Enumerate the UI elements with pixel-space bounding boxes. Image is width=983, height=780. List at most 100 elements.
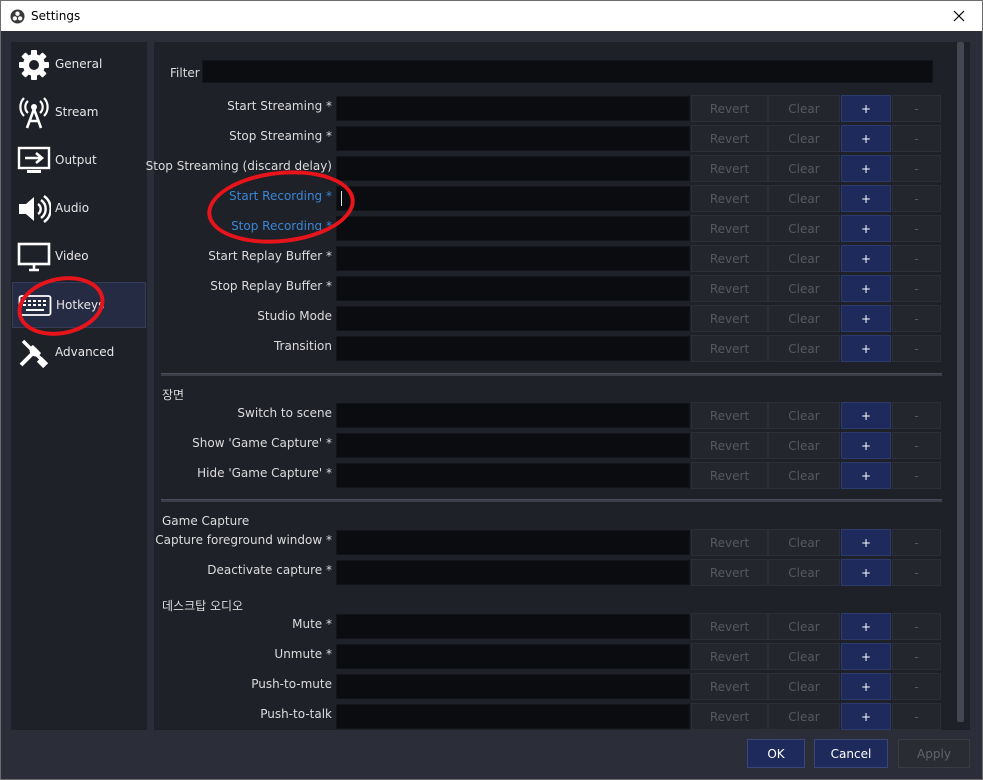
remove-hotkey-button[interactable]: - [892,703,941,730]
remove-hotkey-button[interactable]: - [892,245,941,272]
clear-button[interactable]: Clear [768,432,840,459]
clear-button[interactable]: Clear [768,125,840,152]
hotkey-input[interactable] [336,96,690,121]
add-hotkey-button[interactable]: + [841,245,891,272]
hotkey-input[interactable] [336,644,690,669]
add-hotkey-button[interactable]: + [841,155,891,182]
clear-button[interactable]: Clear [768,529,840,556]
add-hotkey-button[interactable]: + [841,673,891,700]
revert-button[interactable]: Revert [691,703,768,730]
add-hotkey-button[interactable]: + [841,275,891,302]
vertical-scrollbar[interactable] [957,42,964,722]
hotkey-input[interactable] [336,704,690,729]
clear-button[interactable]: Clear [768,215,840,242]
hotkey-input[interactable] [336,336,690,361]
revert-button[interactable]: Revert [691,643,768,670]
revert-button[interactable]: Revert [691,673,768,700]
revert-button[interactable]: Revert [691,95,768,122]
add-hotkey-button[interactable]: + [841,402,891,429]
sidebar-item-output[interactable]: Output [12,138,146,184]
revert-button[interactable]: Revert [691,335,768,362]
hotkey-input[interactable] [336,126,690,151]
add-hotkey-button[interactable]: + [841,125,891,152]
remove-hotkey-button[interactable]: - [892,95,941,122]
clear-button[interactable]: Clear [768,402,840,429]
add-hotkey-button[interactable]: + [841,643,891,670]
cancel-button[interactable]: Cancel [814,739,888,768]
hotkey-input[interactable] [336,276,690,301]
ok-button[interactable]: OK [747,739,805,768]
remove-hotkey-button[interactable]: - [892,529,941,556]
add-hotkey-button[interactable]: + [841,335,891,362]
revert-button[interactable]: Revert [691,185,768,212]
remove-hotkey-button[interactable]: - [892,462,941,489]
sidebar-item-audio[interactable]: Audio [12,186,146,232]
revert-button[interactable]: Revert [691,529,768,556]
revert-button[interactable]: Revert [691,432,768,459]
remove-hotkey-button[interactable]: - [892,185,941,212]
hotkey-input[interactable] [336,216,690,241]
hotkey-input[interactable] [336,530,690,555]
hotkey-input[interactable] [336,186,690,211]
revert-button[interactable]: Revert [691,305,768,332]
clear-button[interactable]: Clear [768,673,840,700]
sidebar-item-hotkeys[interactable]: Hotkeys [12,282,146,328]
close-button[interactable] [936,1,982,31]
remove-hotkey-button[interactable]: - [892,335,941,362]
revert-button[interactable]: Revert [691,125,768,152]
filter-input[interactable] [202,60,933,83]
hotkey-input[interactable] [336,156,690,181]
remove-hotkey-button[interactable]: - [892,305,941,332]
revert-button[interactable]: Revert [691,402,768,429]
remove-hotkey-button[interactable]: - [892,643,941,670]
clear-button[interactable]: Clear [768,613,840,640]
hotkey-input[interactable] [336,433,690,458]
clear-button[interactable]: Clear [768,305,840,332]
remove-hotkey-button[interactable]: - [892,215,941,242]
remove-hotkey-button[interactable]: - [892,275,941,302]
hotkey-input[interactable] [336,403,690,428]
add-hotkey-button[interactable]: + [841,703,891,730]
hotkey-input[interactable] [336,246,690,271]
clear-button[interactable]: Clear [768,275,840,302]
clear-button[interactable]: Clear [768,245,840,272]
sidebar-item-advanced[interactable]: Advanced [12,330,146,376]
apply-button[interactable]: Apply [898,739,970,768]
revert-button[interactable]: Revert [691,613,768,640]
add-hotkey-button[interactable]: + [841,462,891,489]
revert-button[interactable]: Revert [691,155,768,182]
revert-button[interactable]: Revert [691,215,768,242]
clear-button[interactable]: Clear [768,185,840,212]
clear-button[interactable]: Clear [768,95,840,122]
clear-button[interactable]: Clear [768,155,840,182]
add-hotkey-button[interactable]: + [841,432,891,459]
remove-hotkey-button[interactable]: - [892,155,941,182]
hotkey-input[interactable] [336,306,690,331]
remove-hotkey-button[interactable]: - [892,673,941,700]
add-hotkey-button[interactable]: + [841,185,891,212]
add-hotkey-button[interactable]: + [841,559,891,586]
clear-button[interactable]: Clear [768,559,840,586]
clear-button[interactable]: Clear [768,643,840,670]
hotkey-input[interactable] [336,614,690,639]
add-hotkey-button[interactable]: + [841,613,891,640]
sidebar-item-video[interactable]: Video [12,234,146,280]
revert-button[interactable]: Revert [691,275,768,302]
hotkey-input[interactable] [336,560,690,585]
remove-hotkey-button[interactable]: - [892,402,941,429]
remove-hotkey-button[interactable]: - [892,559,941,586]
add-hotkey-button[interactable]: + [841,529,891,556]
add-hotkey-button[interactable]: + [841,305,891,332]
revert-button[interactable]: Revert [691,462,768,489]
hotkey-input[interactable] [336,674,690,699]
clear-button[interactable]: Clear [768,703,840,730]
remove-hotkey-button[interactable]: - [892,613,941,640]
sidebar-item-stream[interactable]: Stream [12,90,146,136]
revert-button[interactable]: Revert [691,559,768,586]
clear-button[interactable]: Clear [768,335,840,362]
sidebar-item-general[interactable]: General [12,42,146,88]
remove-hotkey-button[interactable]: - [892,432,941,459]
add-hotkey-button[interactable]: + [841,215,891,242]
hotkey-input[interactable] [336,463,690,488]
revert-button[interactable]: Revert [691,245,768,272]
